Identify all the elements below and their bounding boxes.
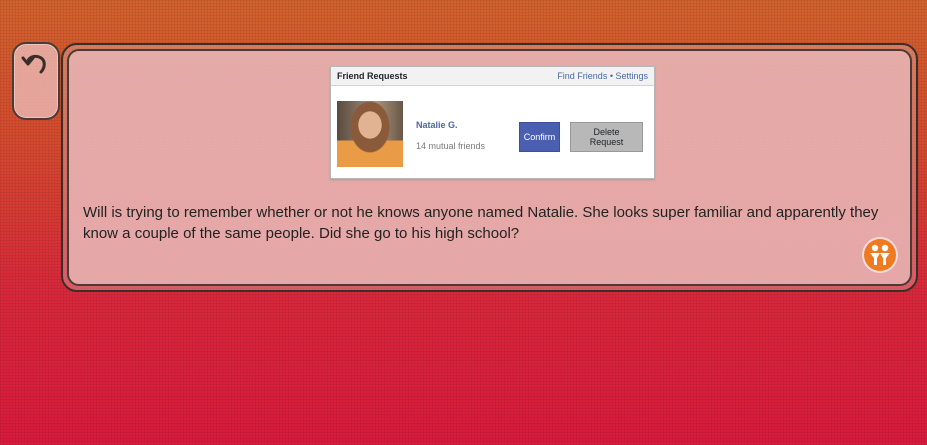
friend-requests-panel: Friend Requests Find Friends • Settings …	[330, 66, 655, 179]
mutual-friends-count: 14 mutual friends	[416, 141, 486, 151]
friend-requests-header: Friend Requests Find Friends • Settings	[331, 67, 654, 86]
requester-name[interactable]: Natalie G.	[416, 120, 458, 130]
confirm-button[interactable]: Confirm	[519, 122, 560, 152]
profile-photo[interactable]	[337, 101, 403, 167]
scenario-card-inner: Friend Requests Find Friends • Settings …	[67, 49, 912, 286]
delete-request-button[interactable]: Delete Request	[570, 122, 643, 152]
friend-request-item: Natalie G. 14 mutual friends Confirm Del…	[331, 86, 654, 178]
back-button[interactable]	[12, 42, 60, 120]
scenario-card: Friend Requests Find Friends • Settings …	[61, 43, 918, 292]
two-people-icon	[864, 239, 896, 271]
friend-requests-title: Friend Requests	[337, 71, 408, 81]
undo-arrow-icon	[21, 54, 46, 74]
story-text: Will is trying to remember whether or no…	[83, 204, 879, 242]
find-friends-settings-links[interactable]: Find Friends • Settings	[557, 71, 648, 81]
